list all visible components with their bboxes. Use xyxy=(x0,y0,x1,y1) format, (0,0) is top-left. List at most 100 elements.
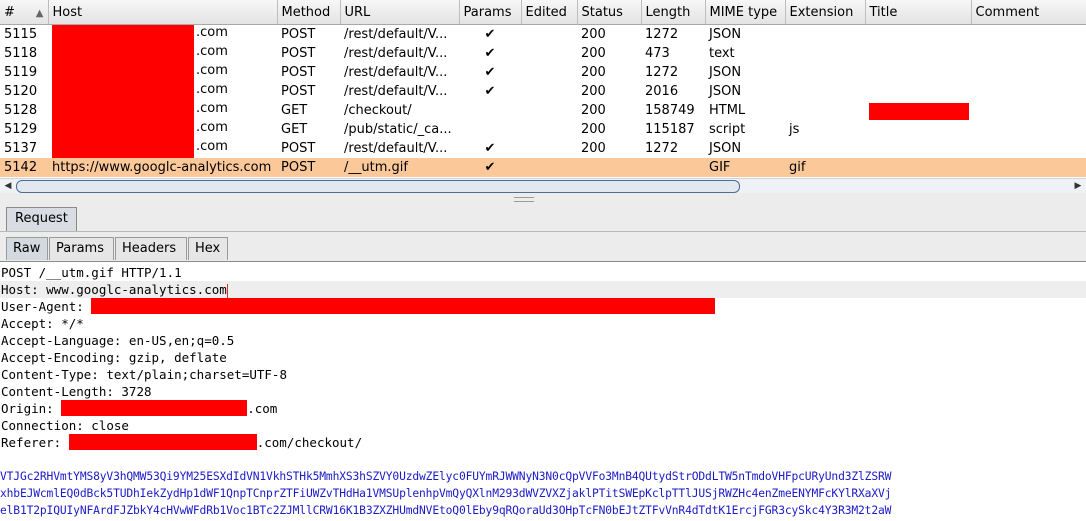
col-header-mime-type[interactable]: MIME type xyxy=(705,0,786,25)
cell-comment xyxy=(971,158,1086,177)
header-row: # ▲ Host Method URL Params Edited Status … xyxy=(0,0,1086,25)
cell-host: .com xyxy=(48,25,277,44)
referer-suffix: .com/checkout/ xyxy=(256,435,363,450)
check-icon: ✔ xyxy=(484,84,496,99)
cell-status: 200 xyxy=(581,65,606,80)
header-connection: Connection: close xyxy=(1,418,129,433)
redaction-block xyxy=(52,101,194,120)
header-content-type: Content-Type: text/plain;charset=UTF-8 xyxy=(1,367,287,382)
cell-title xyxy=(865,158,971,177)
tab-request[interactable]: Request xyxy=(6,207,77,231)
col-header-number[interactable]: # ▲ xyxy=(0,0,49,25)
tab-headers[interactable]: Headers xyxy=(115,237,187,260)
col-header-url[interactable]: URL xyxy=(340,0,460,25)
cell-mime-type: JSON xyxy=(709,65,742,80)
redaction-block xyxy=(52,63,194,82)
cell-extension: js xyxy=(789,122,800,137)
request-view-tabs: Raw Params Headers Hex xyxy=(0,232,1086,262)
host-text: .com xyxy=(196,63,228,78)
cell-edited xyxy=(521,101,577,120)
col-header-params[interactable]: Params xyxy=(459,0,522,25)
cell-url: /rest/default/V... xyxy=(344,46,448,61)
request-line: POST /__utm.gif HTTP/1.1 xyxy=(1,265,182,280)
request-body-line: VTJGc2RHVmtYMS8yV3hQMW53Qi9YM25ESXdIdVN1… xyxy=(0,470,892,483)
cell-mime-type: GIF xyxy=(705,158,785,177)
cell-params: ✔ xyxy=(459,82,521,101)
table-row[interactable]: 5120 .com POST/rest/default/V... ✔ 200 2016 JS… xyxy=(0,82,1086,101)
cell-params xyxy=(459,120,521,139)
header-referer: Referer: .com/checkout/ xyxy=(0,434,1086,451)
cell-comment xyxy=(971,25,1086,45)
header-accept-language: Accept-Language: en-US,en;q=0.5 xyxy=(1,333,235,348)
check-icon: ✔ xyxy=(484,46,496,61)
history-horizontal-scrollbar[interactable]: ◀ ▶ xyxy=(0,178,1086,193)
cell-edited xyxy=(521,63,577,82)
cell-method: POST xyxy=(281,27,316,42)
col-header-method[interactable]: Method xyxy=(277,0,341,25)
cell-title xyxy=(865,44,971,63)
col-header-edited[interactable]: Edited xyxy=(521,0,578,25)
col-header-title[interactable]: Title xyxy=(865,0,972,25)
cell-length: 1272 xyxy=(645,27,679,42)
text-cursor xyxy=(226,283,228,298)
check-icon: ✔ xyxy=(484,65,496,80)
tab-params[interactable]: Params xyxy=(49,237,114,260)
cell-params: ✔ xyxy=(459,158,521,177)
cell-comment xyxy=(971,82,1086,101)
host-text: .com xyxy=(196,101,228,116)
col-header-comment[interactable]: Comment xyxy=(971,0,1086,25)
host-text: https://www.googlc-analytics.com xyxy=(52,160,272,175)
tab-hex[interactable]: Hex xyxy=(188,237,228,260)
cell-comment xyxy=(971,101,1086,120)
cell-extension xyxy=(785,82,865,101)
splitter-grip-icon[interactable] xyxy=(514,197,534,202)
header-content-length: Content-Length: 3728 xyxy=(1,384,152,399)
cell-mime-type: text xyxy=(709,46,735,61)
header-accept-encoding: Accept-Encoding: gzip, deflate xyxy=(1,350,227,365)
cell-edited xyxy=(521,25,577,45)
request-body-line: xhbEJWcmlEQ0dBck5TUDhIekZydHp1dWF1QnpTCn… xyxy=(0,487,892,500)
header-accept: Accept: */* xyxy=(1,316,84,331)
cell-extension xyxy=(785,101,865,120)
cell-mime-type: JSON xyxy=(709,141,742,156)
raw-request-editor[interactable]: POST /__utm.gif HTTP/1.1 Host: www.googl… xyxy=(0,264,1086,521)
request-body-line: elB1T2pIQUIyNFArdFJZbkY4cHVwWFdRb1Voc1BT… xyxy=(0,504,892,517)
cell-extension xyxy=(785,25,865,45)
cell-length xyxy=(641,158,705,177)
table-row[interactable]: 5129 .com GET/pub/static/_ca... 200 115187 sc… xyxy=(0,120,1086,139)
cell-edited xyxy=(521,158,577,177)
cell-number: 5119 xyxy=(4,65,38,80)
scrollbar-thumb[interactable] xyxy=(16,180,740,193)
col-header-extension[interactable]: Extension xyxy=(785,0,866,25)
tab-raw[interactable]: Raw xyxy=(6,237,48,260)
pane-splitter[interactable] xyxy=(0,193,1086,203)
table-row[interactable]: 5115 .com POST/rest/default/V... ✔ 200 1272 JS… xyxy=(0,25,1086,45)
cell-url: /checkout/ xyxy=(344,103,412,118)
col-header-host[interactable]: Host xyxy=(48,0,278,25)
cell-title xyxy=(865,139,971,158)
cell-title xyxy=(865,120,971,139)
cell-length: 1272 xyxy=(645,65,679,80)
redaction-block xyxy=(52,25,194,44)
scroll-right-icon[interactable]: ▶ xyxy=(1071,179,1085,193)
table-row[interactable]: 5128 .com GET/checkout/200 158749 HTML xyxy=(0,101,1086,120)
table-row[interactable]: 5142 https://www.googlc-analytics.com POST… xyxy=(0,158,1086,177)
host-text: .com xyxy=(196,82,228,97)
cell-host: .com xyxy=(48,120,277,139)
referer-label: Referer: xyxy=(1,435,69,450)
cell-params: ✔ xyxy=(459,25,521,45)
redaction-block xyxy=(52,139,194,158)
cell-comment xyxy=(971,120,1086,139)
cell-method: POST xyxy=(281,141,316,156)
scroll-left-icon[interactable]: ◀ xyxy=(1,179,15,193)
cell-params: ✔ xyxy=(459,63,521,82)
redaction-block xyxy=(91,298,716,314)
col-header-status[interactable]: Status xyxy=(577,0,642,25)
table-row[interactable]: 5137 .com POST/rest/default/V... ✔ 200 1272 JS… xyxy=(0,139,1086,158)
cell-comment xyxy=(971,63,1086,82)
table-row[interactable]: 5119 .com POST/rest/default/V... ✔ 200 1272 JS… xyxy=(0,63,1086,82)
cell-length: 473 xyxy=(645,46,670,61)
table-row[interactable]: 5118 .com POST/rest/default/V... ✔ 200 473 tex… xyxy=(0,44,1086,63)
cell-edited xyxy=(521,139,577,158)
col-header-length[interactable]: Length xyxy=(641,0,706,25)
